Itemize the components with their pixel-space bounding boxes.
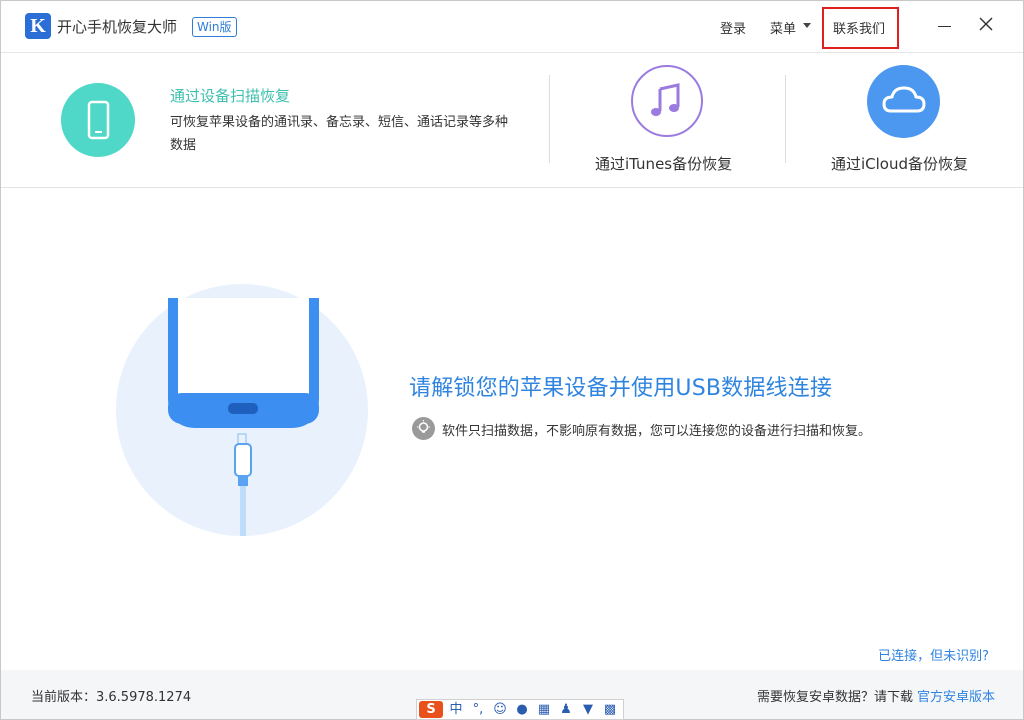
app-logo: K	[25, 13, 51, 39]
edition-badge: Win版	[192, 17, 237, 37]
phone-icon	[87, 100, 110, 140]
menu-button[interactable]: 菜单	[770, 18, 796, 37]
main-content: 请解锁您的苹果设备并使用USB数据线连接 软件只扫描数据，不影响原有数据，您可以…	[1, 188, 1023, 670]
android-version-link[interactable]: 官方安卓版本	[917, 686, 995, 705]
connect-instruction-headline: 请解锁您的苹果设备并使用USB数据线连接	[409, 376, 833, 401]
icloud-mode-icon[interactable]	[867, 65, 940, 138]
keyboard-icon[interactable]: ▦	[535, 701, 553, 718]
ime-toolbar: S 中 °, ☺ ● ▦ ♟ ▼ ▩	[416, 699, 624, 720]
device-scan-mode-title[interactable]: 通过设备扫描恢复	[170, 85, 290, 106]
app-window: K 开心手机恢复大师 Win版 登录 菜单 联系我们 通过设备扫描恢复 可恢复苹…	[0, 0, 1024, 720]
connected-not-recognized-link[interactable]: 已连接，但未识别?	[878, 645, 989, 664]
device-scan-mode-icon[interactable]	[61, 83, 135, 157]
toolbox-icon[interactable]: ▩	[601, 701, 619, 718]
punctuation-toggle[interactable]: °,	[469, 701, 487, 718]
recovery-mode-bar: 通过设备扫描恢复 可恢复苹果设备的通讯录、备忘录、短信、通话记录等多种数据 通过…	[1, 53, 1023, 188]
icloud-mode-label[interactable]: 通过iCloud备份恢复	[831, 153, 968, 174]
itunes-mode-label[interactable]: 通过iTunes备份恢复	[595, 153, 732, 174]
login-button[interactable]: 登录	[720, 18, 746, 37]
title-bar: K 开心手机恢复大师 Win版 登录 菜单 联系我们	[1, 1, 1023, 53]
lightbulb-icon	[412, 417, 435, 440]
cloud-icon	[882, 86, 926, 113]
divider	[549, 75, 550, 163]
music-note-icon	[651, 83, 680, 116]
divider	[785, 75, 786, 163]
skin-icon[interactable]: ▼	[579, 701, 597, 718]
scan-safety-tip: 软件只扫描数据，不影响原有数据，您可以连接您的设备进行扫描和恢复。	[442, 424, 872, 439]
close-icon[interactable]	[977, 15, 995, 33]
app-title: 开心手机恢复大师	[57, 18, 178, 36]
contact-us-button[interactable]: 联系我们	[833, 18, 885, 37]
version-label: 当前版本：3.6.5978.1274	[31, 690, 192, 705]
chevron-down-icon	[803, 23, 811, 28]
user-icon[interactable]: ♟	[557, 701, 575, 718]
android-question: 需要恢复安卓数据？请下载	[756, 690, 913, 705]
emoji-icon[interactable]: ☺	[491, 701, 509, 718]
sogou-logo-icon[interactable]: S	[419, 701, 443, 718]
minimize-icon[interactable]	[938, 26, 951, 27]
phone-usb-illustration	[116, 284, 368, 536]
chinese-mode-toggle[interactable]: 中	[447, 701, 465, 718]
itunes-mode-icon[interactable]	[631, 65, 703, 137]
microphone-icon[interactable]: ●	[513, 701, 531, 718]
device-scan-mode-description: 可恢复苹果设备的通讯录、备忘录、短信、通话记录等多种数据	[170, 115, 509, 153]
